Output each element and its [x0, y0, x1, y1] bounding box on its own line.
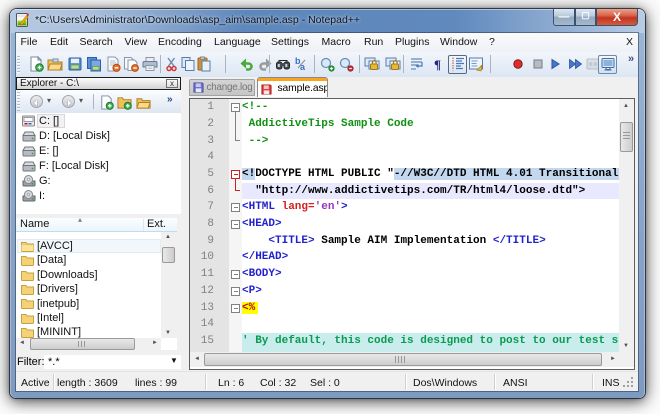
- svg-text:a: a: [300, 62, 306, 72]
- svg-text:¶: ¶: [434, 57, 441, 72]
